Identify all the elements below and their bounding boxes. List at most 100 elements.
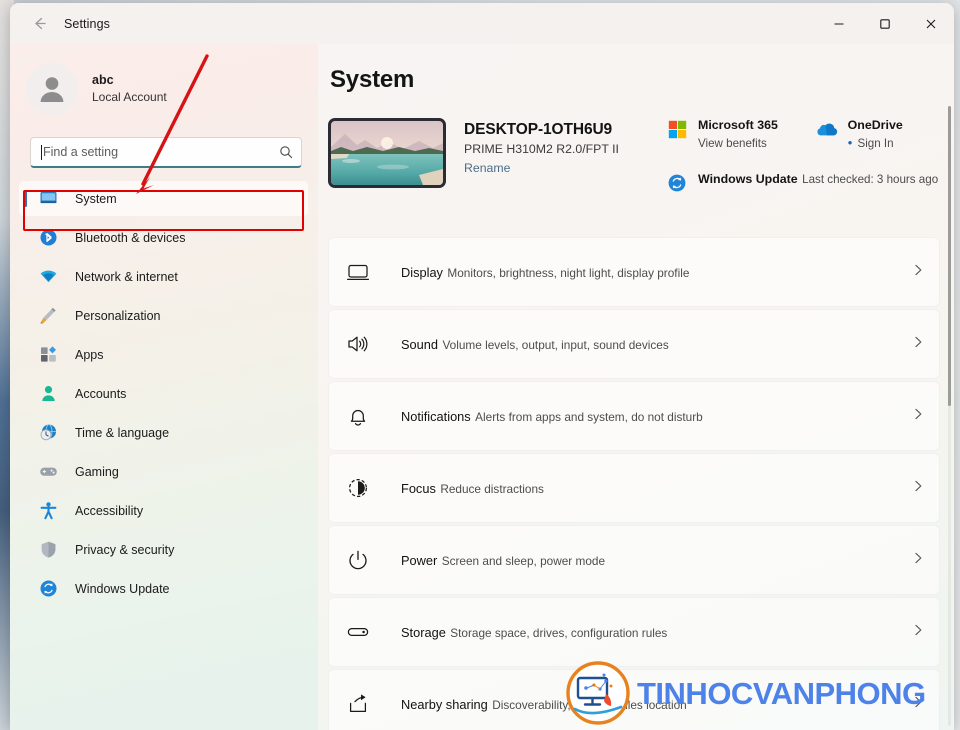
card-title: Focus — [401, 480, 436, 496]
service-text: OneDrive Sign In — [848, 116, 951, 152]
settings-card-focus[interactable]: Focus Reduce distractions — [328, 453, 940, 523]
chevron-right-icon — [911, 551, 925, 570]
chevron-right-icon — [911, 335, 925, 354]
chevron-right-icon — [911, 479, 925, 498]
sidebar-item-windows-update[interactable]: Windows Update — [19, 571, 308, 606]
settings-card-notifications[interactable]: Notifications Alerts from apps and syste… — [328, 381, 940, 451]
service-windows-update[interactable]: Windows Update Last checked: 3 hours ago — [666, 170, 951, 194]
back-arrow-icon — [34, 17, 46, 30]
service-subtitle: View benefits — [698, 137, 767, 150]
nearby-share-icon — [345, 691, 371, 717]
card-subtitle: Alerts from apps and system, do not dist… — [475, 409, 703, 424]
card-title: Display — [401, 264, 443, 280]
service-row-top: Microsoft 365 View benefits OneDrive Sig… — [666, 116, 951, 152]
wallpaper-thumbnail — [328, 118, 446, 188]
search-box[interactable] — [30, 137, 302, 168]
bluetooth-icon — [38, 228, 58, 248]
search-wrapper — [30, 137, 302, 168]
service-subtitle[interactable]: Sign In — [848, 137, 894, 150]
card-title: Nearby sharing — [401, 696, 488, 712]
settings-card-storage[interactable]: Storage Storage space, drives, configura… — [328, 597, 940, 667]
sidebar: abc Local Account Find a setting System … — [10, 44, 318, 730]
update-refresh-icon — [666, 172, 688, 194]
device-info: DESKTOP-1OTH6U9 PRIME H310M2 R2.0/FPT II… — [464, 118, 619, 178]
settings-card-nearby-sharing[interactable]: Nearby sharing Discoverability, received… — [328, 669, 940, 730]
scrollbar-thumb[interactable] — [948, 106, 951, 406]
search-input[interactable] — [43, 145, 279, 159]
page-title: System — [330, 66, 415, 93]
account-block[interactable]: abc Local Account — [26, 60, 318, 118]
window-controls — [816, 3, 954, 44]
person-icon — [38, 384, 58, 404]
display-monitor-icon — [345, 259, 371, 285]
service-text: Windows Update Last checked: 3 hours ago — [698, 170, 938, 188]
card-title: Sound — [401, 336, 439, 352]
sidebar-item-time-language[interactable]: Time & language — [19, 415, 308, 450]
sidebar-item-label: Personalization — [75, 308, 161, 323]
service-title: OneDrive — [847, 118, 903, 132]
sidebar-item-network-internet[interactable]: Network & internet — [19, 259, 308, 294]
minimize-button[interactable] — [816, 3, 862, 44]
close-button[interactable] — [908, 3, 954, 44]
card-subtitle: Monitors, brightness, night light, displ… — [447, 265, 690, 280]
rename-link[interactable]: Rename — [464, 159, 619, 178]
account-text: abc Local Account — [92, 72, 167, 106]
back-button[interactable] — [22, 9, 56, 39]
sidebar-item-personalization[interactable]: Personalization — [19, 298, 308, 333]
card-text: Sound Volume levels, output, input, soun… — [401, 335, 911, 354]
sidebar-item-label: Bluetooth & devices — [75, 230, 186, 245]
card-subtitle: Storage space, drives, configuration rul… — [450, 625, 668, 640]
sidebar-item-label: Network & internet — [75, 269, 178, 284]
scrollbar-track[interactable] — [948, 106, 951, 726]
account-type: Local Account — [92, 90, 167, 104]
storage-drive-icon — [345, 619, 371, 645]
settings-card-display[interactable]: Display Monitors, brightness, night ligh… — [328, 237, 940, 307]
settings-card-power[interactable]: Power Screen and sleep, power mode — [328, 525, 940, 595]
service-subtitle: Last checked: 3 hours ago — [802, 173, 939, 186]
avatar — [26, 63, 78, 115]
service-cards: Microsoft 365 View benefits OneDrive Sig… — [666, 116, 951, 194]
sidebar-item-accounts[interactable]: Accounts — [19, 376, 308, 411]
user-avatar-icon — [40, 77, 64, 102]
chevron-right-icon — [911, 263, 925, 282]
microsoft-365-icon — [666, 118, 688, 140]
card-text: Notifications Alerts from apps and syste… — [401, 407, 911, 426]
close-icon — [926, 19, 936, 28]
sidebar-item-label: Time & language — [75, 425, 170, 440]
maximize-icon — [880, 18, 890, 29]
system-monitor-icon — [38, 189, 58, 209]
bell-notification-icon — [345, 403, 371, 429]
sidebar-item-apps[interactable]: Apps — [19, 337, 308, 372]
service-onedrive[interactable]: OneDrive Sign In — [816, 116, 951, 152]
card-title: Notifications — [401, 408, 471, 424]
settings-card-sound[interactable]: Sound Volume levels, output, input, soun… — [328, 309, 940, 379]
sidebar-item-system[interactable]: System — [19, 181, 308, 216]
wifi-icon — [38, 267, 58, 287]
sidebar-item-privacy-security[interactable]: Privacy & security — [19, 532, 308, 567]
window-title: Settings — [64, 16, 110, 31]
settings-card-list: Display Monitors, brightness, night ligh… — [328, 237, 940, 730]
card-subtitle: Reduce distractions — [440, 481, 544, 496]
paintbrush-icon — [38, 306, 58, 326]
sidebar-item-accessibility[interactable]: Accessibility — [19, 493, 308, 528]
chevron-right-icon — [911, 695, 925, 714]
card-title: Power — [401, 552, 438, 568]
card-text: Focus Reduce distractions — [401, 479, 911, 498]
service-text: Microsoft 365 View benefits — [698, 116, 816, 152]
service-title: Windows Update — [698, 172, 798, 186]
card-text: Power Screen and sleep, power mode — [401, 551, 911, 570]
sidebar-item-label: Apps — [75, 347, 104, 362]
card-text: Display Monitors, brightness, night ligh… — [401, 263, 911, 282]
sidebar-item-bluetooth-devices[interactable]: Bluetooth & devices — [19, 220, 308, 255]
shield-icon — [38, 540, 58, 560]
gamepad-icon — [38, 462, 58, 482]
card-subtitle: Volume levels, output, input, sound devi… — [442, 337, 669, 352]
card-title: Storage — [401, 624, 446, 640]
service-microsoft-365[interactable]: Microsoft 365 View benefits — [666, 116, 816, 152]
sidebar-item-label: System — [75, 191, 117, 206]
search-icon[interactable] — [279, 145, 293, 159]
maximize-button[interactable] — [862, 3, 908, 44]
sidebar-item-label: Privacy & security — [75, 542, 175, 557]
sidebar-item-gaming[interactable]: Gaming — [19, 454, 308, 489]
minimize-icon — [834, 22, 844, 25]
